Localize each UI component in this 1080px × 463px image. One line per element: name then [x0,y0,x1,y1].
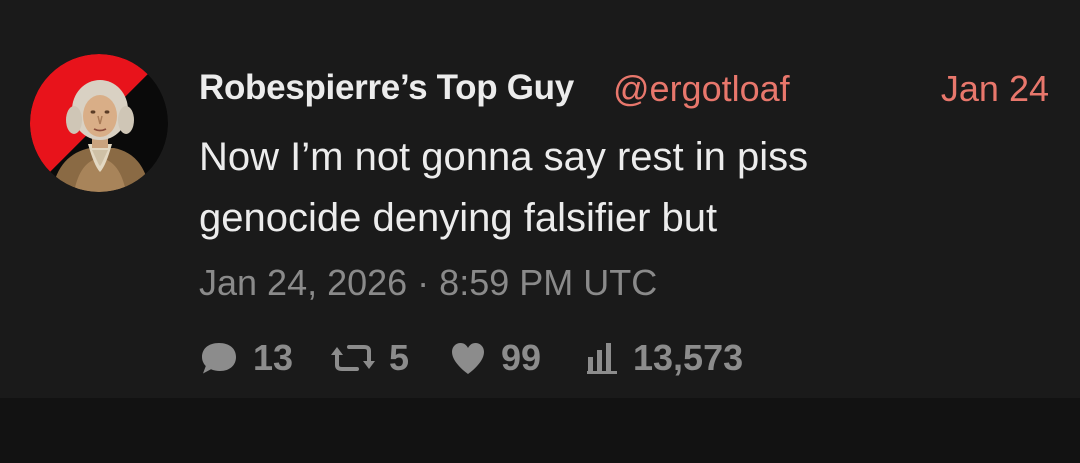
retweet-button[interactable]: 5 [331,336,409,380]
display-name[interactable]: Robespierre’s Top Guy [199,68,574,108]
top-divider [0,0,1080,14]
heart-icon [449,340,487,376]
tweet-text-line: genocide denying falsifier but [199,196,718,240]
tweet-text: Now I’m not gonna say rest in piss genoc… [199,127,1039,249]
tweet-header: Robespierre’s Top Guy @ergotloaf Jan 24 [199,64,1059,110]
like-count: 99 [501,337,542,378]
like-button[interactable]: 99 [449,336,541,380]
retweet-icon [331,338,375,378]
tweet-date[interactable]: Jan 24 [941,68,1049,110]
retweet-count: 5 [389,337,410,378]
comment-bubble-icon [199,338,239,378]
tweet-timestamp[interactable]: Jan 24, 2026 · 8:59 PM UTC [199,262,657,304]
bottom-divider [0,398,1080,463]
bar-chart-icon [585,341,619,375]
view-count: 13,573 [633,337,744,378]
tweet-card[interactable]: Robespierre’s Top Guy @ergotloaf Jan 24 … [0,14,1080,398]
reply-button[interactable]: 13 [199,336,293,380]
tweet-stats: 13 5 99 13,573 [199,336,899,380]
tweet-text-line: Now I’m not gonna say rest in piss [199,135,809,179]
reply-count: 13 [253,337,294,378]
avatar[interactable] [30,54,168,192]
views-button[interactable]: 13,573 [585,336,743,380]
user-handle[interactable]: @ergotloaf [613,68,790,110]
avatar-portrait-image [30,54,168,192]
page: Robespierre’s Top Guy @ergotloaf Jan 24 … [0,0,1080,463]
